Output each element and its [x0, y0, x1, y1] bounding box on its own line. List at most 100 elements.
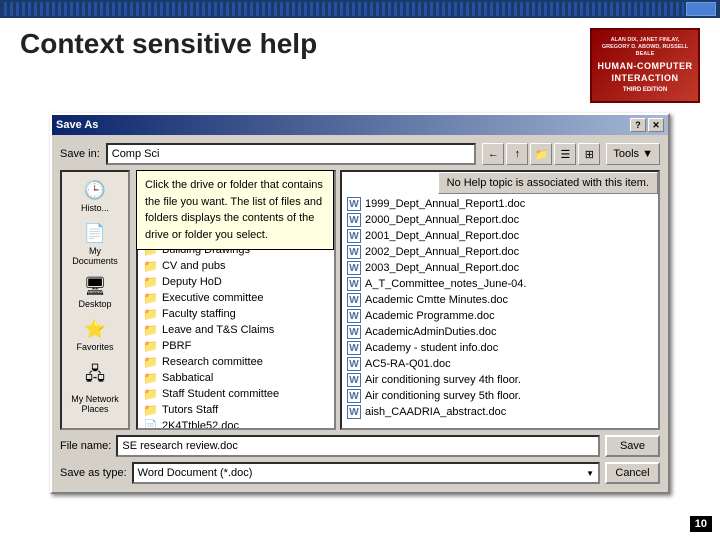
folder-icon: 📁: [143, 387, 158, 401]
place-my-documents[interactable]: 📄 My Documents: [64, 219, 126, 270]
file-1999[interactable]: W 1999_Dept_Annual_Report1.doc: [344, 196, 656, 212]
dialog-body: Save in: Comp Sci ← ↑ 📁 ☰ ⊞ Tools ▼: [52, 135, 668, 492]
book-edition: THIRD EDITION: [623, 87, 667, 95]
titlebar-buttons: ? ✕: [630, 118, 664, 132]
save-in-value: Comp Sci: [112, 148, 160, 160]
word-icon: W: [347, 229, 361, 243]
word-icon: W: [347, 213, 361, 227]
folder-staff-student[interactable]: 📁 Staff Student committee: [140, 386, 332, 402]
folder-icon: 📁: [143, 291, 158, 305]
header: Context sensitive help ALAN DIX, JANET F…: [0, 18, 720, 108]
word-icon: W: [347, 197, 361, 211]
save-in-label: Save in:: [60, 148, 100, 160]
folder-pbrf[interactable]: 📁 PBRF: [140, 338, 332, 354]
tools-button[interactable]: Tools ▼: [606, 143, 660, 165]
file-air-5th[interactable]: W Air conditioning survey 5th floor.: [344, 388, 656, 404]
page-title: Context sensitive help: [20, 28, 590, 60]
left-file-list: Click the drive or folder that contains …: [136, 170, 336, 430]
folder-icon: 📁: [143, 275, 158, 289]
place-desktop[interactable]: 🖥 Desktop: [64, 272, 126, 313]
folder-tutors[interactable]: 📁 Tutors Staff: [140, 402, 332, 418]
word-icon: W: [347, 389, 361, 403]
places-bar: 🕒 Histo... 📄 My Documents 🖥 Desktop ⭐ Fa…: [60, 170, 130, 430]
my-documents-icon: 📄: [84, 223, 106, 244]
word-icon: W: [347, 293, 361, 307]
file-name-row: File name: Save: [60, 435, 660, 457]
view-button[interactable]: ☰: [554, 143, 576, 165]
save-as-type-row: Save as type: Word Document (*.doc) ▼ Ca…: [60, 462, 660, 484]
folder-faculty-staffing[interactable]: 📁 Faculty staffing: [140, 306, 332, 322]
word-icon: W: [347, 325, 361, 339]
place-desktop-label: Desktop: [78, 299, 111, 309]
file-at-committee[interactable]: W A_T_Committee_notes_June-04.: [344, 276, 656, 292]
tooltip-text: Click the drive or folder that contains …: [145, 179, 323, 241]
file-air-4th[interactable]: W Air conditioning survey 4th floor.: [344, 372, 656, 388]
word-icon: W: [347, 341, 361, 355]
tools-label: Tools ▼: [613, 148, 653, 160]
folder-executive-committee[interactable]: 📁 Executive committee: [140, 290, 332, 306]
desktop-icon: 🖥: [84, 276, 107, 297]
dialog-titlebar: Save As ? ✕: [52, 115, 668, 135]
folder-leave[interactable]: 📁 Leave and T&S Claims: [140, 322, 332, 338]
folder-icon: 📁: [143, 259, 158, 273]
save-as-type-combo[interactable]: Word Document (*.doc) ▼: [132, 462, 600, 484]
word-icon: W: [347, 277, 361, 291]
right-file-list[interactable]: No Help topic is associated with this it…: [340, 170, 660, 430]
network-icon: 🖧: [85, 362, 105, 392]
file-2000[interactable]: W 2000_Dept_Annual_Report.doc: [344, 212, 656, 228]
folder-icon: 📁: [143, 355, 158, 369]
file-name-label: File name:: [60, 440, 111, 452]
file-2k4[interactable]: 📄 2K4Ttble52.doc: [140, 418, 332, 430]
close-button[interactable]: ✕: [648, 118, 664, 132]
folder-icon: 📁: [143, 307, 158, 321]
folder-deputy-hod[interactable]: 📁 Deputy HoD: [140, 274, 332, 290]
place-history-label: Histo...: [81, 203, 109, 213]
file-academic-cmtte[interactable]: W Academic Cmtte Minutes.doc: [344, 292, 656, 308]
no-help-notice: No Help topic is associated with this it…: [438, 172, 658, 194]
folder-file-label: 2K4Ttble52.doc: [162, 420, 239, 430]
file-2003[interactable]: W 2003_Dept_Annual_Report.doc: [344, 260, 656, 276]
page-number: 10: [690, 516, 712, 532]
save-button[interactable]: Save: [605, 435, 660, 457]
top-bar-pattern: [4, 2, 684, 16]
folder-icon: 📁: [143, 323, 158, 337]
file-academic-programme[interactable]: W Academic Programme.doc: [344, 308, 656, 324]
file-ac5[interactable]: W AC5-RA-Q01.doc: [344, 356, 656, 372]
back-button[interactable]: ←: [482, 143, 504, 165]
book-authors: ALAN DIX, JANET FINLAY, GREGORY D. ABOWD…: [596, 37, 694, 58]
save-as-dialog: Save As ? ✕ Save in: Comp Sci ← ↑ 📁 ☰ ⊞: [50, 113, 670, 494]
save-as-type-value: Word Document (*.doc): [138, 467, 253, 479]
word-file-icon: 📄: [143, 419, 158, 430]
file-2001[interactable]: W 2001_Dept_Annual_Report.doc: [344, 228, 656, 244]
word-icon: W: [347, 405, 361, 419]
place-history[interactable]: 🕒 Histo...: [64, 176, 126, 217]
file-academic-admin[interactable]: W AcademicAdminDuties.doc: [344, 324, 656, 340]
help-button[interactable]: ?: [630, 118, 646, 132]
tooltip-box: Click the drive or folder that contains …: [136, 170, 334, 250]
folder-sabbatical[interactable]: 📁 Sabbatical: [140, 370, 332, 386]
file-name-input[interactable]: [116, 435, 600, 457]
cancel-button[interactable]: Cancel: [605, 462, 660, 484]
folder-icon: 📁: [143, 339, 158, 353]
place-favorites[interactable]: ⭐ Favorites: [64, 315, 126, 356]
place-network[interactable]: 🖧 My Network Places: [64, 358, 126, 418]
word-icon: W: [347, 309, 361, 323]
save-in-combo[interactable]: Comp Sci: [106, 143, 477, 165]
book-title: HUMAN-COMPUTER INTERACTION: [596, 61, 694, 84]
save-in-row: Save in: Comp Sci ← ↑ 📁 ☰ ⊞ Tools ▼: [60, 143, 660, 165]
file-academy[interactable]: W Academy - student info.doc: [344, 340, 656, 356]
save-as-type-label: Save as type:: [60, 467, 127, 479]
dialog-title: Save As: [56, 119, 98, 131]
up-button[interactable]: ↑: [506, 143, 528, 165]
new-folder-button[interactable]: 📁: [530, 143, 552, 165]
top-bar-accent: [686, 2, 716, 16]
file-aish[interactable]: W aish_CAADRIA_abstract.doc: [344, 404, 656, 420]
folder-icon: 📁: [143, 371, 158, 385]
favorites-icon: ⭐: [84, 319, 106, 340]
book-cover: ALAN DIX, JANET FINLAY, GREGORY D. ABOWD…: [590, 28, 700, 103]
folder-research-committee[interactable]: 📁 Research committee: [140, 354, 332, 370]
place-favorites-label: Favorites: [76, 342, 113, 352]
view2-button[interactable]: ⊞: [578, 143, 600, 165]
folder-cv-pubs[interactable]: 📁 CV and pubs: [140, 258, 332, 274]
file-2002[interactable]: W 2002_Dept_Annual_Report.doc: [344, 244, 656, 260]
